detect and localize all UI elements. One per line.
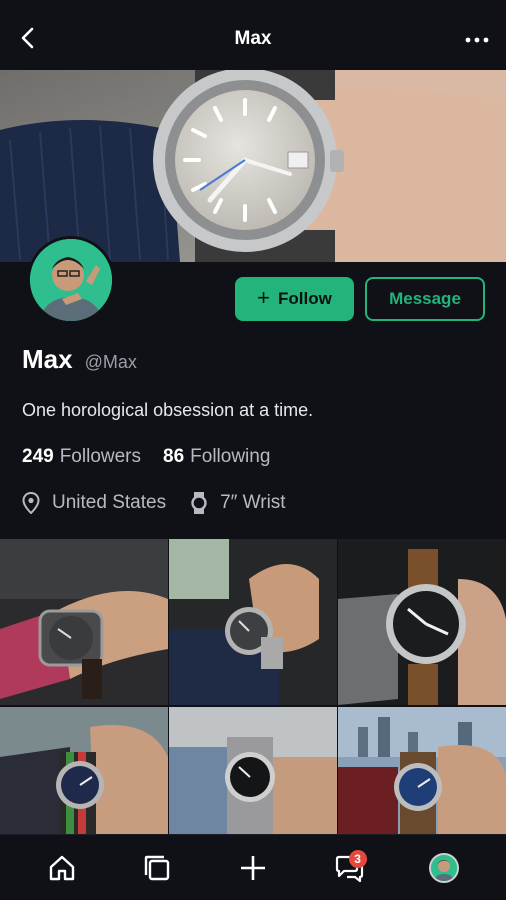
location-text: United States xyxy=(52,492,167,513)
location-pin-icon xyxy=(22,492,40,514)
nav-home[interactable] xyxy=(42,848,82,888)
nav-profile[interactable] xyxy=(424,848,464,888)
plus-icon xyxy=(240,855,265,880)
profile-bio: One horological obsession at a time. xyxy=(22,400,314,420)
user-handle: @Max xyxy=(84,352,137,372)
photo-tile[interactable] xyxy=(338,707,506,834)
more-options-button[interactable] xyxy=(464,30,490,50)
wrist-size-text: 7″ Wrist xyxy=(220,492,286,513)
top-bar: Max xyxy=(0,0,506,70)
message-button[interactable]: Message xyxy=(365,277,485,321)
name-row: Max @Max xyxy=(22,344,137,375)
followers-stat[interactable]: 249 Followers xyxy=(22,446,141,468)
following-stat[interactable]: 86 Following xyxy=(163,446,270,468)
display-name: Max xyxy=(22,344,73,374)
profile-stats: 249 Followers 86 Following xyxy=(22,446,270,468)
follow-label: Follow xyxy=(278,289,332,308)
more-horizontal-icon xyxy=(465,37,489,43)
location-item: United States xyxy=(22,491,166,515)
cover-photo xyxy=(0,70,506,262)
nav-collection[interactable] xyxy=(137,848,177,888)
profile-avatar-icon xyxy=(429,852,460,883)
photo-tile[interactable] xyxy=(338,539,506,705)
profile-avatar[interactable] xyxy=(27,236,115,324)
photo-tile[interactable] xyxy=(169,707,337,834)
bottom-nav: 3 xyxy=(0,834,506,900)
notification-badge: 3 xyxy=(348,849,367,868)
followers-count: 249 xyxy=(22,446,54,467)
nav-add[interactable] xyxy=(233,848,273,888)
photo-tile[interactable] xyxy=(0,539,168,705)
watch-icon xyxy=(191,492,207,514)
following-label: Following xyxy=(190,446,271,467)
photo-grid xyxy=(0,539,506,834)
profile-meta: United States 7″ Wrist xyxy=(22,491,286,515)
photo-tile[interactable] xyxy=(0,707,168,834)
follow-button[interactable]: + Follow xyxy=(235,277,354,321)
plus-icon: + xyxy=(257,285,271,310)
followers-label: Followers xyxy=(59,446,142,467)
page-title: Max xyxy=(234,28,272,49)
following-count: 86 xyxy=(163,446,185,467)
wrist-item: 7″ Wrist xyxy=(190,491,286,515)
collection-icon xyxy=(145,855,170,880)
nav-messages[interactable]: 3 xyxy=(329,848,369,888)
home-icon xyxy=(49,855,74,880)
photo-tile[interactable] xyxy=(169,539,337,705)
message-label: Message xyxy=(389,289,461,308)
